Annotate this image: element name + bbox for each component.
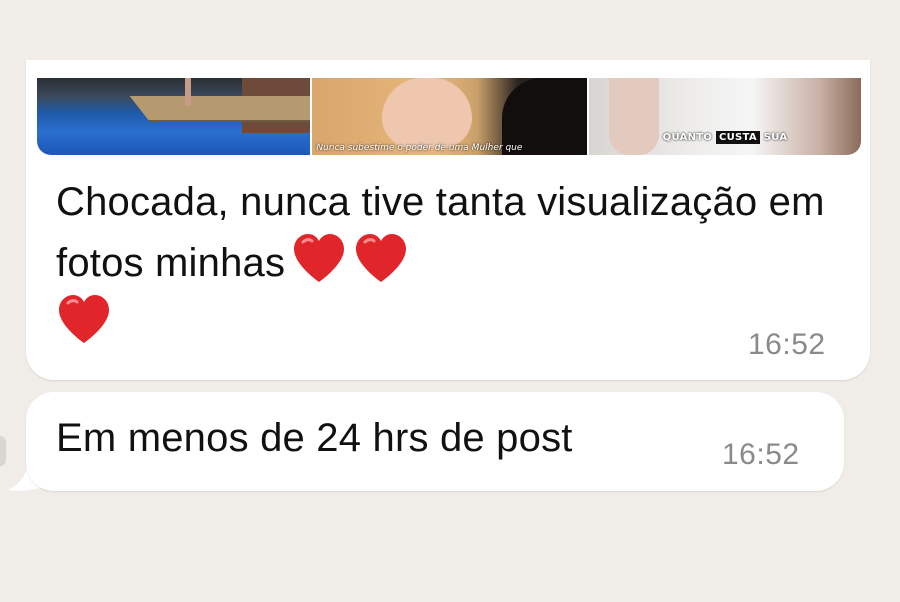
- thumbnail-hand: [382, 78, 473, 148]
- heart-icon: [59, 295, 109, 343]
- heart-icon: [294, 234, 345, 282]
- message-text: Chocada, nunca tive tanta visualização e…: [56, 172, 836, 354]
- chat-screen: Nunca subestime o poder de uma Mulher qu…: [0, 0, 900, 602]
- image-preview-strip[interactable]: Nunca subestime o poder de uma Mulher qu…: [37, 78, 861, 155]
- preview-thumbnail[interactable]: QUANTO CUSTA SUA: [588, 78, 861, 155]
- preview-thumbnail[interactable]: Nunca subestime o poder de uma Mulher qu…: [312, 78, 587, 155]
- message-timestamp: 16:52: [722, 438, 800, 471]
- thumbnail-figure: [185, 78, 191, 106]
- message-timestamp: 16:52: [748, 328, 826, 361]
- message-text: Em menos de 24 hrs de post: [56, 416, 573, 460]
- thumbnail-deck: [129, 96, 311, 120]
- thumbnail-caption: QUANTO CUSTA SUA: [662, 131, 788, 144]
- thumbnail-caption: Nunca subestime o poder de uma Mulher qu…: [316, 143, 523, 153]
- preview-thumbnail[interactable]: [37, 78, 311, 155]
- thumbnail-finger: [608, 78, 659, 155]
- heart-icon: [356, 234, 407, 282]
